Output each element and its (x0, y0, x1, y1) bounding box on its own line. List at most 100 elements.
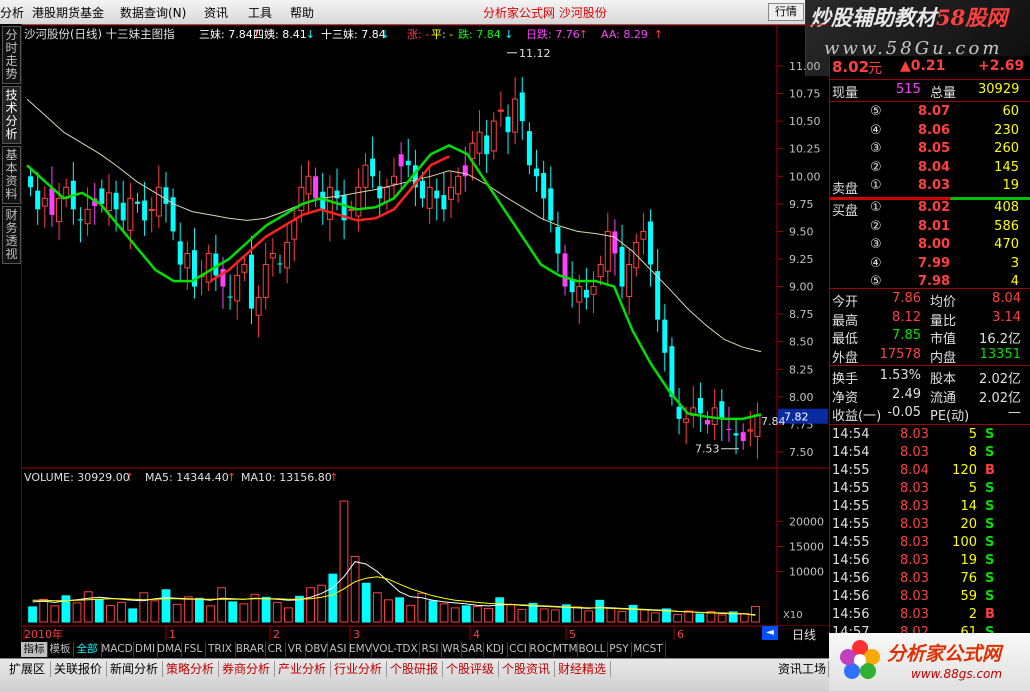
volume-bar (539, 608, 549, 623)
candle-body (35, 190, 41, 210)
indicator-tab[interactable]: EMV (349, 642, 372, 657)
stat-value: 1.53% (879, 368, 921, 383)
bottom-tab[interactable]: 扩展区 (4, 661, 51, 677)
chart-area[interactable]: 沙河股份(日线) 十三妹主图指 三妹: 7.84 ↑ 四姨: 8.41 ↓ 十三妹: 7.… (21, 24, 829, 642)
menu-news[interactable]: 资讯 (204, 4, 228, 21)
buy-volume: 586 (994, 218, 1019, 234)
indicator-tab[interactable]: VOL-TDX (371, 642, 420, 657)
date-axis-label: 5 (569, 628, 576, 641)
indicator-tab[interactable]: FSL (181, 642, 206, 657)
buy-price: 8.02 (918, 200, 951, 215)
tick-volume: 59 (960, 589, 977, 604)
volume-bar (484, 607, 493, 623)
indicator-tab[interactable]: BOLL (577, 642, 608, 657)
chart-header-item: 跌: 7.84 (458, 27, 501, 41)
indicator-tab[interactable]: MACD (101, 642, 134, 657)
stat-value: 2.49 (892, 386, 921, 402)
menu-help[interactable]: 帮助 (290, 4, 314, 21)
stat-label: 均价 (930, 295, 957, 310)
quote-row: 14:56 8.03 19 S (830, 553, 1030, 571)
stat-label: 内盘 (930, 350, 957, 366)
indicator-tab[interactable]: DMI (133, 642, 158, 657)
indicator-tab[interactable]: DMA (157, 642, 182, 657)
period-prev-button[interactable]: ◄ (762, 626, 778, 640)
indicator-tab[interactable]: CCI (507, 642, 530, 657)
bottom-tab[interactable]: 个股评级 (442, 661, 499, 677)
period-box: ◄ 日线 (762, 626, 828, 643)
indicator-tab[interactable]: WR (441, 642, 462, 657)
indicator-tab[interactable]: ROC (529, 642, 554, 657)
header-arrow-icon: ↑ (579, 28, 588, 41)
volume-bar (628, 604, 638, 623)
stat-label: 净资 (832, 390, 859, 406)
menu-analysis[interactable]: 分析 (0, 4, 24, 21)
candle-body (49, 188, 55, 215)
indicator-tab[interactable]: 全部 (73, 642, 102, 657)
price-change-pct: +2.69 (978, 58, 1025, 74)
chart-stock-title: 沙河股份(日线) 十三妹主图指 (24, 27, 175, 41)
indicator-tabs: 指标 模板 全部 MACD DMI DMA FSL TRIX BRAR CR VR OBV ASI EMV… (21, 642, 771, 658)
candle-body (683, 418, 690, 423)
quote-button[interactable]: 行情 (768, 3, 804, 21)
candle-body (56, 197, 63, 223)
menu-hk-futures-funds[interactable]: 港股期货基金 (32, 4, 104, 21)
indicator-tab[interactable]: PSY (607, 642, 632, 657)
volume-bars (28, 500, 760, 623)
candle-body (255, 297, 262, 316)
indicator-tab[interactable]: CR (265, 642, 286, 657)
tab-technical[interactable]: 技术分析 (2, 86, 21, 144)
indicator-tab[interactable]: OBV (305, 642, 328, 657)
menu-data-query[interactable]: 数据查询(N) (120, 4, 186, 21)
tab-intraday[interactable]: 分时走势 (2, 26, 21, 84)
quote-row: ② 8.01 586 (830, 219, 1030, 237)
indicator-tab[interactable]: MCST (631, 642, 666, 657)
indicator-tab[interactable]: KDJ (483, 642, 508, 657)
indicator-tab[interactable]: 指标 (21, 642, 48, 657)
indicator-tab[interactable]: 模板 (47, 642, 74, 657)
candle-body (541, 172, 547, 199)
low-annotation: 7.53 (695, 443, 720, 456)
header-arrow-icon: ↓ (380, 28, 389, 41)
bottom-tab[interactable]: 关联报价 (50, 661, 107, 677)
bottom-tab[interactable]: 资讯工场 (776, 661, 829, 677)
period-label[interactable]: 日线 (792, 626, 816, 643)
indicator-tab[interactable]: RSI (419, 642, 442, 657)
candle-body (148, 208, 155, 211)
stat-value: 2.02亿 (979, 390, 1021, 406)
indicator-tab[interactable]: SAR (461, 642, 484, 657)
candle-body (619, 246, 625, 287)
indicator-tab[interactable]: VR (285, 642, 306, 657)
candle-body (334, 190, 340, 199)
stat-label: 换手 (832, 372, 859, 387)
bottom-tab[interactable]: 策略分析 (162, 661, 219, 677)
bottom-tab[interactable]: 个股研报 (386, 661, 443, 677)
indicator-tab[interactable]: TRIX (205, 642, 236, 657)
candle-body (326, 186, 333, 220)
bottom-tab[interactable]: 财经精选 (554, 661, 611, 677)
sell-level-index: ② (870, 159, 882, 175)
logo-88gs: 分析家公式网 www.88gs.com (829, 633, 1030, 691)
bottom-tab[interactable]: 券商分析 (218, 661, 275, 677)
indicator-tab[interactable]: MTM (553, 642, 578, 657)
bottom-tab[interactable]: 行业分析 (330, 661, 387, 677)
indicator-tab[interactable]: ASI (327, 642, 350, 657)
indicator-tab[interactable]: BRAR (235, 642, 266, 657)
menu-tools[interactable]: 工具 (248, 4, 272, 21)
bottom-tab[interactable]: 新闻分析 (106, 661, 163, 677)
kline-chart[interactable]: 沙河股份(日线) 十三妹主图指 三妹: 7.84 ↑四姨: 8.41 ↓ 十三妹: 7.… (21, 24, 829, 642)
stat-label: PE(动) (930, 409, 970, 424)
quote-row: 14:55 8.04 120 B (830, 463, 1030, 481)
candle-body (484, 135, 490, 155)
quote-panel: 8.02 元 ▲0.21 +2.69 现量 515 总量 30929 ⑤ 8.07… (829, 56, 1030, 664)
candle-body (248, 254, 254, 309)
date-axis-label: 3 (353, 628, 360, 641)
tab-financials[interactable]: 财务透视 (2, 206, 21, 264)
tab-fundamentals[interactable]: 基本资料 (2, 146, 21, 204)
stat-label: 今开 (832, 295, 859, 310)
bottom-tab[interactable]: 个股资讯 (498, 661, 555, 677)
volume-bar (83, 591, 93, 623)
candle-body (576, 286, 583, 303)
volume-bar (506, 604, 516, 623)
candle-body (676, 406, 682, 419)
bottom-tab[interactable]: 产业分析 (274, 661, 331, 677)
